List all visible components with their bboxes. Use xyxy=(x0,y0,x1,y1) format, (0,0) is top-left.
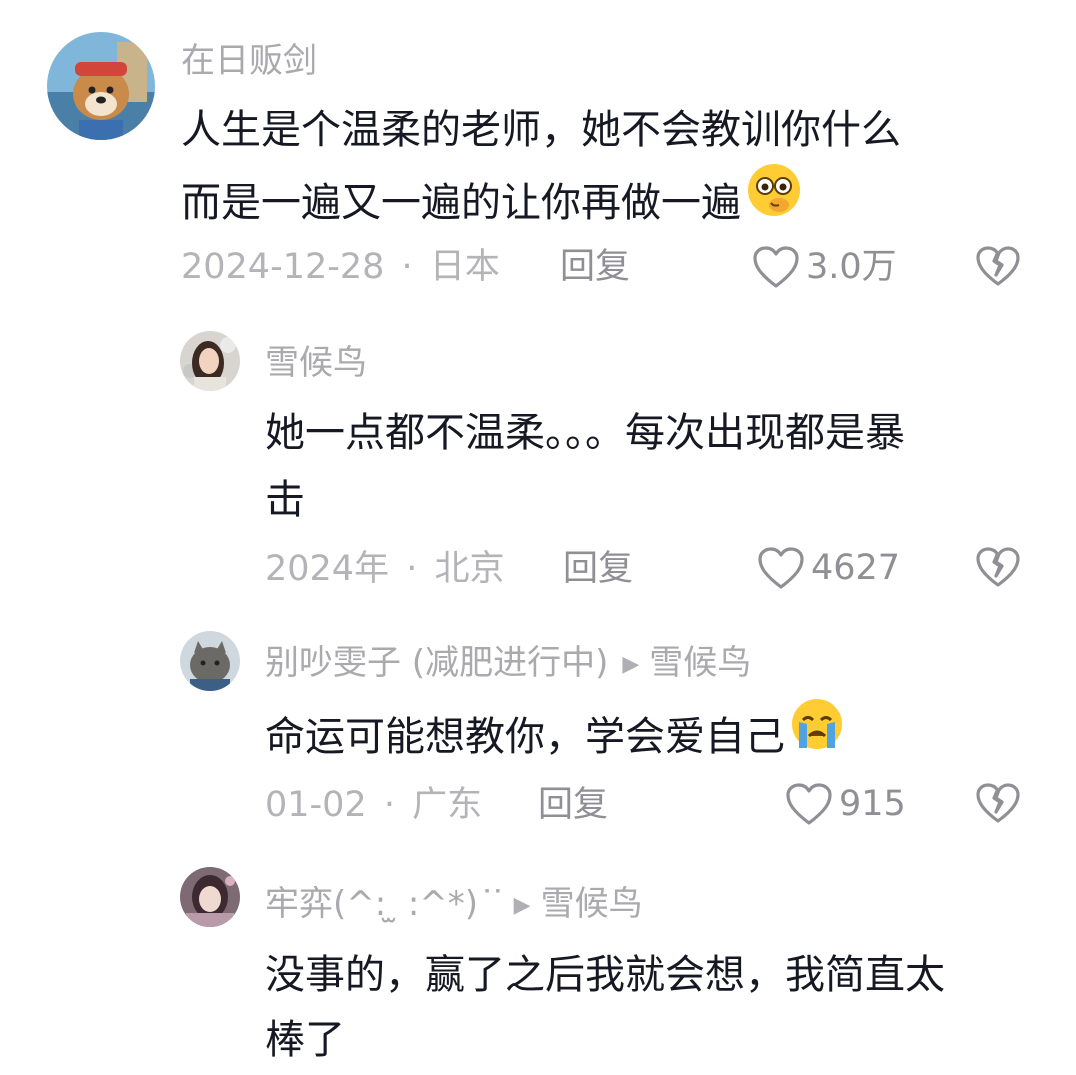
username: 别吵雯子 (减肥进行中) ▶ 雪候鸟 xyxy=(265,643,751,688)
reply-author[interactable]: 别吵雯子 (减肥进行中) xyxy=(265,643,608,683)
like-count: 915 xyxy=(839,784,906,824)
comment-text-line: 没事的，赢了之后我就会想，我简直太 xyxy=(265,952,945,998)
broken-heart-icon xyxy=(976,246,1020,286)
meta-separator: · xyxy=(383,785,395,825)
reply-target[interactable]: 雪候鸟 xyxy=(541,884,643,924)
comment-date: 2024-12-28 xyxy=(181,247,385,287)
reply-button[interactable]: 回复 xyxy=(538,785,608,825)
crying-face-emoji xyxy=(789,696,845,774)
meta-separator: · xyxy=(406,549,418,589)
comment-location: 广东 xyxy=(412,785,483,825)
comment-location: 日本 xyxy=(429,247,500,287)
like-button[interactable]: 4627 xyxy=(757,546,900,590)
comment-date: 01-02 xyxy=(265,785,367,825)
avatar[interactable] xyxy=(180,867,240,927)
username[interactable]: 在日贩剑 xyxy=(181,41,317,81)
avatar[interactable] xyxy=(47,32,155,140)
heart-icon xyxy=(786,783,832,825)
heart-icon xyxy=(753,246,799,288)
like-button[interactable]: 3.0万 xyxy=(752,245,897,289)
comment-meta: 2024-12-28 · 日本 xyxy=(181,247,500,287)
like-button[interactable]: 915 xyxy=(785,782,906,826)
comment-text-line: 人生是个温柔的老师，她不会教训你什么 xyxy=(181,107,901,153)
play-arrow-icon: ▶ xyxy=(622,652,640,677)
like-count: 4627 xyxy=(811,548,901,588)
dislike-button[interactable] xyxy=(975,245,1021,291)
comment-text-line: 她一点都不温柔。。。每次出现都是暴 xyxy=(265,410,905,456)
comment-text-line: 而是一遍又一遍的让你再做一遍 xyxy=(181,164,803,245)
username: 牢弈(^: ̫ :^*) ͘ ͘ ▶ 雪候鸟 xyxy=(265,884,643,929)
comment-meta: 2024年 · 北京 xyxy=(265,549,505,589)
comment-text-line: 击 xyxy=(265,477,305,523)
like-count: 3.0万 xyxy=(806,247,897,287)
comment-text: 而是一遍又一遍的让你再做一遍 xyxy=(181,180,741,226)
broken-heart-icon xyxy=(976,783,1020,823)
comment-text-line: 命运可能想教你，学会爱自己 xyxy=(265,699,845,778)
comment-text: 命运可能想教你，学会爱自己 xyxy=(265,714,785,760)
heart-icon xyxy=(758,547,804,589)
avatar[interactable] xyxy=(180,331,240,391)
meta-separator: · xyxy=(401,247,413,287)
monocle-face-emoji xyxy=(745,161,803,241)
comment-location: 北京 xyxy=(434,549,505,589)
comment-date: 2024年 xyxy=(265,549,390,589)
username[interactable]: 雪候鸟 xyxy=(265,343,367,383)
reply-button[interactable]: 回复 xyxy=(563,549,633,589)
reply-author[interactable]: 牢弈(^: ̫ :^*) ͘ ͘ xyxy=(265,884,500,924)
comment-text-line: 棒了 xyxy=(265,1017,345,1063)
reply-target[interactable]: 雪候鸟 xyxy=(649,643,751,683)
avatar[interactable] xyxy=(180,631,240,691)
dislike-button[interactable] xyxy=(975,782,1021,828)
comment-meta: 01-02 · 广东 xyxy=(265,785,482,825)
broken-heart-icon xyxy=(976,547,1020,587)
reply-button[interactable]: 回复 xyxy=(560,247,630,287)
dislike-button[interactable] xyxy=(975,546,1021,592)
play-arrow-icon: ▶ xyxy=(513,893,531,918)
